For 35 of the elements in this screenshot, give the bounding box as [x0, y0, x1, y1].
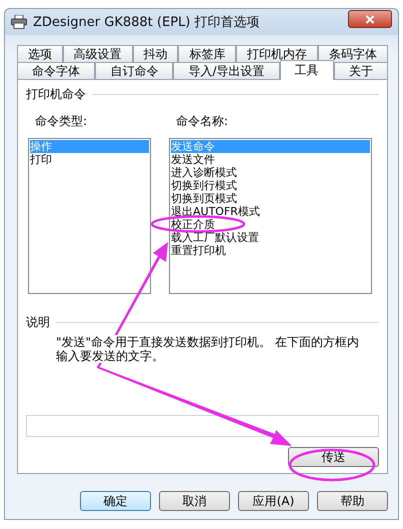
tab[interactable]: 自订命令	[95, 62, 174, 79]
list-item[interactable]: 进入诊断模式	[171, 166, 370, 179]
dialog-button[interactable]: 应用(A)	[238, 491, 309, 511]
tab[interactable]: 高级设置	[62, 45, 133, 62]
list-item[interactable]: 发送文件	[171, 153, 370, 166]
tab[interactable]: 选项	[17, 45, 63, 62]
list-item[interactable]: 校正介质	[171, 218, 370, 231]
tab[interactable]: 条码字体	[318, 45, 388, 62]
close-button[interactable]	[348, 10, 392, 28]
group-label: 说明	[26, 314, 50, 331]
tab[interactable]: 导入/导出设置	[173, 62, 280, 79]
list-item[interactable]: 切换到页模式	[171, 192, 370, 205]
list-item[interactable]: 退出AUTOFR模式	[171, 205, 370, 218]
list-item[interactable]: 重置打印机	[171, 244, 370, 257]
tab[interactable]: 命令字体	[17, 62, 96, 79]
list-item[interactable]: 载入工厂默认设置	[171, 231, 370, 244]
list-label: 命令类型:	[34, 113, 88, 130]
group-label: 打印机命令	[26, 86, 86, 103]
window-title: ZDesigner GK888t (EPL) 打印首选项	[33, 14, 260, 31]
dialog-button[interactable]: 取消	[159, 491, 230, 511]
dialog-button[interactable]: 确定	[80, 491, 151, 511]
dialog-button[interactable]: 帮助	[317, 491, 388, 511]
tab[interactable]: 抖动	[132, 45, 178, 62]
text-field[interactable]	[26, 415, 379, 437]
tab[interactable]: 关于	[334, 62, 388, 79]
list-item[interactable]: 切换到行模式	[171, 179, 370, 192]
list-box[interactable]: 发送命令 发送文件 进入诊断模式 切换到行模式 切换到页模式 退出AUTOFR模式 校正介质 载入工厂默认设置 重置打印机	[169, 138, 372, 294]
printer-icon	[11, 15, 27, 29]
tab[interactable]: 标签库	[178, 45, 236, 62]
tab[interactable]: 工具	[280, 60, 334, 80]
close-icon	[365, 14, 375, 24]
tab[interactable]: 打印机内存	[236, 45, 318, 62]
list-item[interactable]: 打印	[30, 153, 149, 166]
list-box[interactable]: 操作 打印	[28, 138, 151, 294]
list-label: 命令名称:	[175, 113, 230, 130]
